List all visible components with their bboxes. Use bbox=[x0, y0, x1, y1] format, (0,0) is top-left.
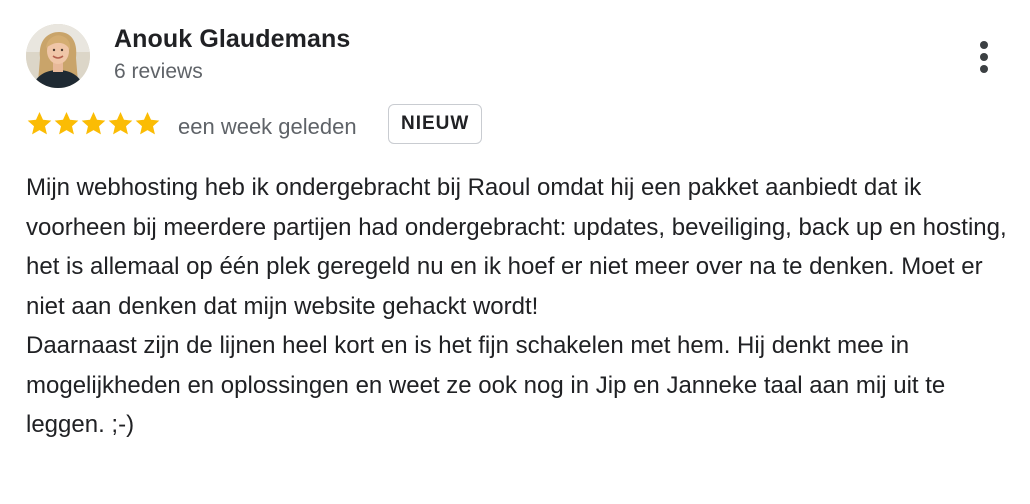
new-badge: NIEUW bbox=[388, 104, 483, 144]
star-icon bbox=[134, 110, 161, 140]
more-options-button[interactable] bbox=[964, 32, 1004, 82]
star-rating bbox=[26, 110, 161, 140]
star-icon bbox=[80, 110, 107, 140]
review-paragraph: Mijn webhosting heb ik ondergebracht bij… bbox=[26, 174, 1007, 320]
star-icon bbox=[53, 110, 80, 140]
author-review-count: 6 reviews bbox=[114, 60, 203, 83]
avatar[interactable] bbox=[26, 24, 90, 88]
review-text: Mijn webhosting heb ik ondergebracht bij… bbox=[26, 168, 1016, 445]
review-date: een week geleden bbox=[178, 114, 357, 139]
star-icon bbox=[107, 110, 134, 140]
review-card: Anouk Glaudemans 6 reviews een week gele… bbox=[0, 0, 1030, 504]
star-icon bbox=[26, 110, 53, 140]
author-name[interactable]: Anouk Glaudemans bbox=[114, 25, 350, 54]
more-vertical-icon bbox=[980, 41, 988, 73]
review-paragraph: Daarnaast zijn de lijnen heel kort en is… bbox=[26, 332, 946, 438]
